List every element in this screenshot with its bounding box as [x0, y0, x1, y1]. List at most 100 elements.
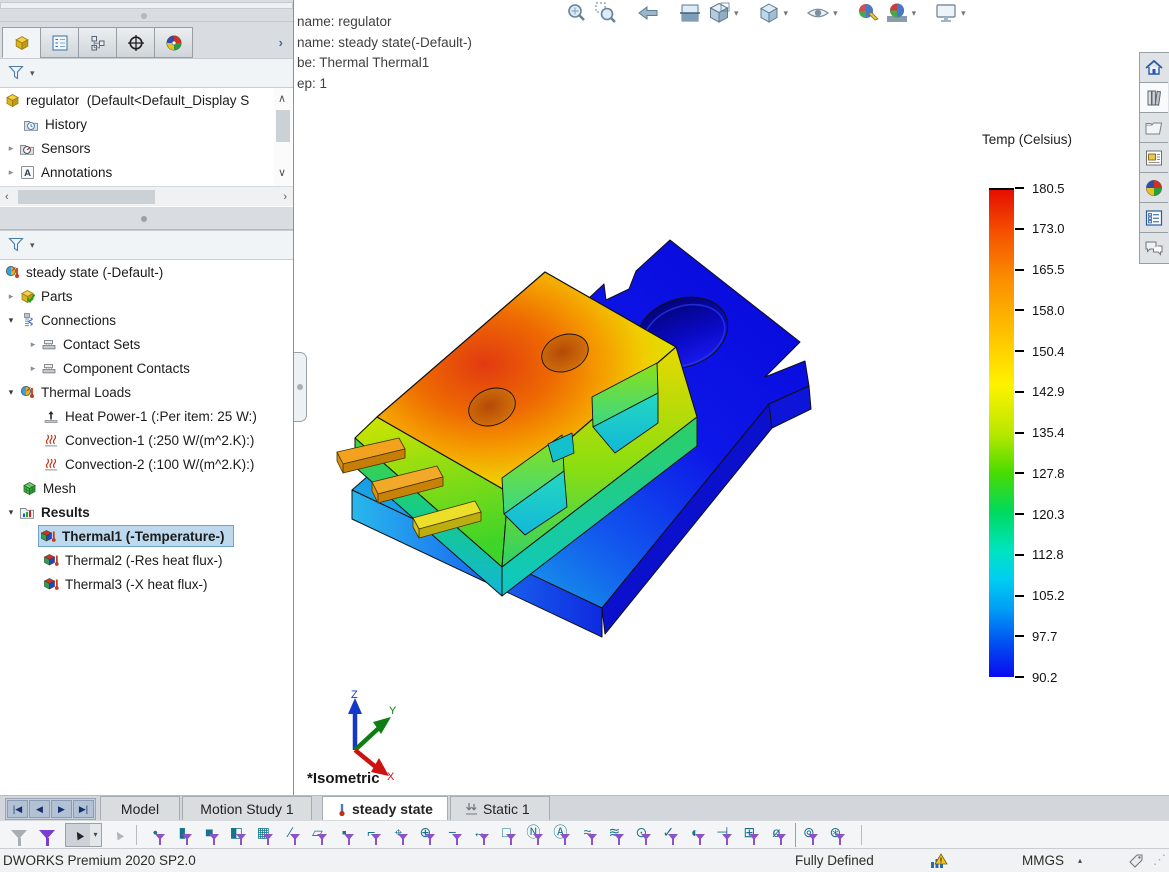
simulation-tree-filter[interactable]: ▾: [0, 230, 293, 260]
scroll-down-icon[interactable]: ∨: [278, 166, 286, 180]
view-settings-icon[interactable]: [934, 1, 958, 25]
home-button[interactable]: [1140, 53, 1168, 83]
filter-balloons[interactable]: Ⓝ: [520, 823, 547, 847]
panel-splitter[interactable]: [0, 206, 293, 230]
tab-model[interactable]: Model: [100, 796, 180, 821]
filter-cosmetic-threads[interactable]: ø: [763, 823, 790, 847]
expand-arrow-icon[interactable]: ▸: [26, 339, 40, 350]
apply-scene-icon[interactable]: [885, 1, 909, 25]
tree-vertical-scrollbar[interactable]: ∧ ∨: [274, 88, 292, 186]
zoom-to-fit-icon[interactable]: [565, 1, 589, 25]
scroll-right-icon[interactable]: ›: [283, 190, 287, 204]
previous-view-icon[interactable]: [636, 1, 660, 25]
filter-surface-bodies[interactable]: ◧: [223, 823, 250, 847]
graphics-viewport[interactable]: name: regulatorname: steady state(-Defau…: [295, 0, 1169, 795]
forum-button[interactable]: [1140, 233, 1168, 263]
expand-arrow-icon[interactable]: ▸: [4, 291, 18, 302]
filter-weld-symbols[interactable]: ≋: [601, 823, 628, 847]
units-caret-icon[interactable]: ▴: [1078, 856, 1082, 865]
filter-blocks[interactable]: ⊞: [736, 823, 763, 847]
first-tab-button[interactable]: |◀: [7, 800, 28, 818]
next-tab-button[interactable]: ▶: [51, 800, 72, 818]
hide-show-items-icon[interactable]: [806, 1, 830, 25]
tree-row-thermal2[interactable]: Thermal2 (-Res heat flux-): [0, 548, 293, 572]
toggle-selection-filters-button[interactable]: [11, 830, 27, 839]
prev-tab-button[interactable]: ◀: [29, 800, 50, 818]
expand-arrow-icon[interactable]: ▸: [4, 167, 18, 178]
tree-horizontal-scrollbar[interactable]: ‹ ›: [0, 186, 293, 206]
dropdown-caret-icon[interactable]: ▾: [912, 8, 917, 19]
filter-hole-callouts[interactable]: □: [493, 823, 520, 847]
tree-row-thermal1[interactable]: Thermal1 (-Temperature-): [0, 524, 293, 548]
tree-row-root[interactable]: regulator (Default<Default_Display S: [0, 88, 293, 112]
tab-featuremanager[interactable]: [2, 27, 41, 58]
tree-row-heat-power[interactable]: Heat Power-1 (:Per item: 25 W:): [0, 404, 293, 428]
filter-section-marks[interactable]: ◐: [682, 823, 709, 847]
tree-row-convection-2[interactable]: Convection-2 (:100 W/(m^2.K):): [0, 452, 293, 476]
tree-row-study[interactable]: steady state (-Default-): [0, 260, 293, 284]
tree-row-mesh[interactable]: Mesh: [0, 476, 293, 500]
tree-row-parts[interactable]: ▸ Parts: [0, 284, 293, 308]
tab-propertymanager[interactable]: [40, 27, 79, 58]
filter-connection-points[interactable]: ⊚: [795, 823, 822, 847]
expand-arrow-icon[interactable]: ▸: [26, 363, 40, 374]
tree-row-thermal-loads[interactable]: ▾ Thermal Loads: [0, 380, 293, 404]
tab-static-1[interactable]: Static 1: [450, 796, 550, 821]
last-tab-button[interactable]: ▶|: [73, 800, 94, 818]
feature-tree-filter[interactable]: ▾: [0, 58, 293, 88]
filter-routing-points[interactable]: ⊛: [822, 823, 849, 847]
magnified-selection-icon[interactable]: ▲: [109, 825, 128, 845]
tab-displaymanager[interactable]: [154, 27, 193, 58]
filter-dimensions[interactable]: ↔: [466, 823, 493, 847]
appearances-scenes-button[interactable]: [1140, 173, 1168, 203]
filter-surface-finish-symbols[interactable]: ≈: [574, 823, 601, 847]
filter-sketch-segments[interactable]: ⌐: [358, 823, 385, 847]
filter-planes[interactable]: ▱: [304, 823, 331, 847]
view-orientation-icon[interactable]: [707, 1, 731, 25]
collapse-arrow-icon[interactable]: ▾: [4, 315, 18, 326]
expand-arrow-icon[interactable]: ▸: [4, 143, 18, 154]
selected-result-plot[interactable]: Thermal1 (-Temperature-): [38, 525, 234, 547]
filter-axes[interactable]: ∕: [277, 823, 304, 847]
edit-appearance-icon[interactable]: [856, 1, 880, 25]
custom-properties-button[interactable]: [1140, 203, 1168, 233]
tree-row-contact-sets[interactable]: ▸ Contact Sets: [0, 332, 293, 356]
panel-flyout-handle[interactable]: [294, 352, 307, 422]
simulation-advisor-icon[interactable]: !: [930, 853, 948, 869]
dropdown-caret-icon[interactable]: ▾: [961, 8, 966, 19]
view-palette-button[interactable]: [1140, 143, 1168, 173]
tree-row-convection-1[interactable]: Convection-1 (:250 W/(m^2.K):): [0, 428, 293, 452]
filter-solid-bodies[interactable]: ▦: [250, 823, 277, 847]
filter-sketch-points[interactable]: ▪: [331, 823, 358, 847]
filter-datums[interactable]: Ⓐ: [547, 823, 574, 847]
scrollbar-thumb[interactable]: [276, 110, 290, 142]
dropdown-caret-icon[interactable]: ▾: [833, 8, 838, 19]
dropdown-caret-icon[interactable]: ▾: [784, 8, 789, 19]
tree-row-history[interactable]: History: [0, 112, 293, 136]
expand-panel-arrow[interactable]: ›: [279, 35, 283, 50]
tab-configurationmanager[interactable]: [78, 27, 117, 58]
file-explorer-button[interactable]: [1140, 113, 1168, 143]
tree-row-connections[interactable]: ▾ Connections: [0, 308, 293, 332]
filter-faces[interactable]: ■: [196, 823, 223, 847]
filter-centerlines[interactable]: −: [439, 823, 466, 847]
scroll-up-icon[interactable]: ∧: [278, 92, 286, 106]
tab-motion-study[interactable]: Motion Study 1: [182, 796, 312, 821]
filter-vertices[interactable]: •: [142, 823, 169, 847]
resize-grip[interactable]: ⋰: [1153, 852, 1166, 868]
select-tool[interactable]: ▲ ▾: [65, 823, 102, 847]
tab-steady-state[interactable]: steady state: [322, 796, 448, 821]
units-selector[interactable]: MMGS: [1022, 853, 1064, 868]
tree-row-annotations[interactable]: ▸ Annotations: [0, 160, 293, 184]
collapse-arrow-icon[interactable]: ▾: [4, 507, 18, 518]
tree-row-results[interactable]: ▾ Results: [0, 500, 293, 524]
tag-icon[interactable]: [1128, 853, 1144, 869]
dropdown-caret-icon[interactable]: ▾: [734, 8, 739, 19]
select-arrow-button[interactable]: ▲: [66, 824, 90, 846]
scrollbar-thumb[interactable]: [18, 190, 155, 204]
panel-collapse-handle[interactable]: [141, 13, 147, 19]
filter-center-marks[interactable]: ⊕: [412, 823, 439, 847]
collapse-arrow-icon[interactable]: ▾: [4, 387, 18, 398]
tree-row-sensors[interactable]: ▸ Sensors: [0, 136, 293, 160]
clear-all-filters-button[interactable]: [39, 830, 55, 839]
